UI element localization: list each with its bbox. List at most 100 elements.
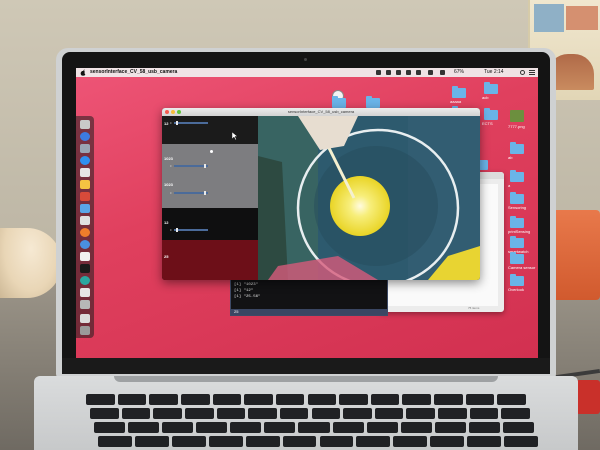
control-panel: 12 0 1023 0 1023 0 12 0 25 — [162, 116, 258, 280]
spotlight-search-icon[interactable] — [520, 70, 525, 75]
menubar-app-title[interactable]: sensorInterface_CV_58_usb_camera — [90, 68, 177, 77]
keyboard-key — [311, 408, 341, 419]
keyboard-key — [370, 394, 400, 405]
sync-icon[interactable] — [416, 70, 421, 75]
keyboard-key — [208, 436, 243, 447]
control-strip: 12 0 — [162, 116, 258, 144]
slider-knob[interactable] — [175, 228, 178, 232]
dropbox-icon[interactable] — [376, 70, 381, 75]
notes-icon[interactable] — [80, 180, 90, 189]
app-window-title: sensorInterface_CV_58_usb_camera — [287, 109, 355, 114]
keyboard-key — [248, 408, 277, 419]
desktop-folder-icon[interactable] — [510, 170, 524, 182]
volume-icon[interactable] — [440, 70, 445, 75]
menu-bar: sensorInterface_CV_58_usb_camera 67% Tue… — [76, 68, 538, 77]
slider-3[interactable] — [174, 228, 208, 232]
desktop-folder-icon[interactable] — [510, 142, 524, 154]
desktop-folder-icon[interactable] — [452, 86, 466, 98]
desktop-folder-icon[interactable] — [484, 108, 498, 120]
cloud-icon[interactable] — [386, 70, 391, 75]
slider-1[interactable] — [174, 164, 208, 168]
desktop-folder-label: ECTS — [482, 121, 493, 126]
sensor-interface-window[interactable]: sensorInterface_CV_58_usb_camera 12 0 10… — [162, 108, 480, 280]
keyboard-key — [393, 436, 428, 447]
keyboard — [76, 394, 538, 450]
desktop-folder-icon[interactable] — [332, 96, 346, 108]
control-strip: 1023 0 1023 0 — [162, 144, 258, 208]
keyboard-key — [468, 422, 500, 433]
slider-min-label: 0 — [170, 229, 172, 232]
apple-icon[interactable] — [80, 69, 86, 76]
keyboard-key — [90, 408, 119, 419]
control-value: 1023 — [164, 156, 173, 161]
desktop-folder-icon[interactable] — [510, 252, 524, 264]
slider-knob[interactable] — [204, 164, 207, 168]
bowl — [0, 228, 62, 298]
textedit-icon[interactable] — [80, 252, 90, 261]
slider-2[interactable] — [174, 191, 208, 195]
desktop-folder-icon[interactable] — [366, 96, 380, 108]
messages-icon[interactable] — [80, 204, 90, 213]
keyboard-key — [406, 408, 436, 419]
keyboard-key — [282, 436, 317, 447]
downloads-icon[interactable] — [80, 314, 90, 323]
mail-icon[interactable] — [80, 144, 90, 153]
red-clip — [576, 380, 600, 414]
calendar-icon[interactable] — [80, 168, 90, 177]
eye-icon[interactable] — [396, 70, 401, 75]
slider-knob[interactable] — [175, 121, 178, 125]
control-strip: 12 0 — [162, 208, 258, 240]
keyboard-key — [501, 408, 530, 419]
keyboard-key — [402, 394, 432, 405]
keyboard-key — [94, 422, 126, 433]
keyboard-key — [264, 422, 296, 433]
desktop-folder-label: aaaaa — [450, 99, 462, 104]
photo-booth-icon[interactable] — [80, 192, 90, 201]
app-titlebar[interactable]: sensorInterface_CV_58_usb_camera — [162, 108, 480, 116]
terminal-icon[interactable] — [80, 288, 90, 297]
processing-icon[interactable] — [80, 264, 90, 273]
finder-icon[interactable] — [80, 120, 90, 129]
bluetooth-icon[interactable] — [406, 70, 411, 75]
desktop-folder-icon[interactable] — [510, 236, 524, 248]
desktop-folder-icon[interactable] — [510, 274, 524, 286]
safari-icon[interactable] — [80, 156, 90, 165]
arduino-icon[interactable] — [80, 276, 90, 285]
keyboard-key — [502, 422, 534, 433]
terminal-window[interactable]: [1] "1023" [1] "12" [1] "25.56" 25 — [230, 274, 388, 316]
preview-icon[interactable] — [80, 216, 90, 225]
keyboard-key — [438, 408, 467, 419]
keyboard-key — [196, 422, 228, 433]
desktop-folder-icon[interactable] — [510, 216, 524, 228]
launchpad-icon[interactable] — [80, 132, 90, 141]
desktop-folder-label: Camera sensor — [508, 265, 536, 270]
camera-feed — [258, 116, 480, 280]
notification-center-icon[interactable] — [529, 70, 535, 75]
indicator-dot-icon — [210, 150, 213, 153]
slider-min-label: 0 — [170, 192, 172, 195]
firefox-icon[interactable] — [80, 228, 90, 237]
menubar-clock[interactable]: Tue 2:14 — [484, 68, 504, 77]
keyboard-key — [400, 422, 432, 433]
battery-status[interactable]: 67% — [454, 68, 464, 77]
keyboard-key — [128, 422, 160, 433]
wifi-icon[interactable] — [428, 70, 433, 75]
trash-icon[interactable] — [80, 326, 90, 335]
chrome-icon[interactable] — [80, 240, 90, 249]
desktop-folder-icon[interactable] — [510, 192, 524, 204]
keyboard-key — [275, 394, 305, 405]
system-preferences-icon[interactable] — [80, 300, 90, 309]
keyboard-key — [356, 436, 391, 447]
slider-0[interactable] — [174, 121, 208, 125]
desktop-folder-icon[interactable] — [484, 82, 498, 94]
keyboard-key — [469, 408, 499, 419]
keyboard-key — [279, 408, 309, 419]
keyboard-key — [332, 422, 364, 433]
desktop-folder-label: Overlook — [508, 287, 525, 292]
slider-knob[interactable] — [204, 191, 207, 195]
keyboard-key — [153, 408, 182, 419]
laptop-chin — [62, 358, 550, 374]
desktop-image-icon[interactable] — [510, 110, 524, 122]
control-value: 1023 — [164, 182, 173, 187]
yellow-target — [330, 176, 390, 236]
